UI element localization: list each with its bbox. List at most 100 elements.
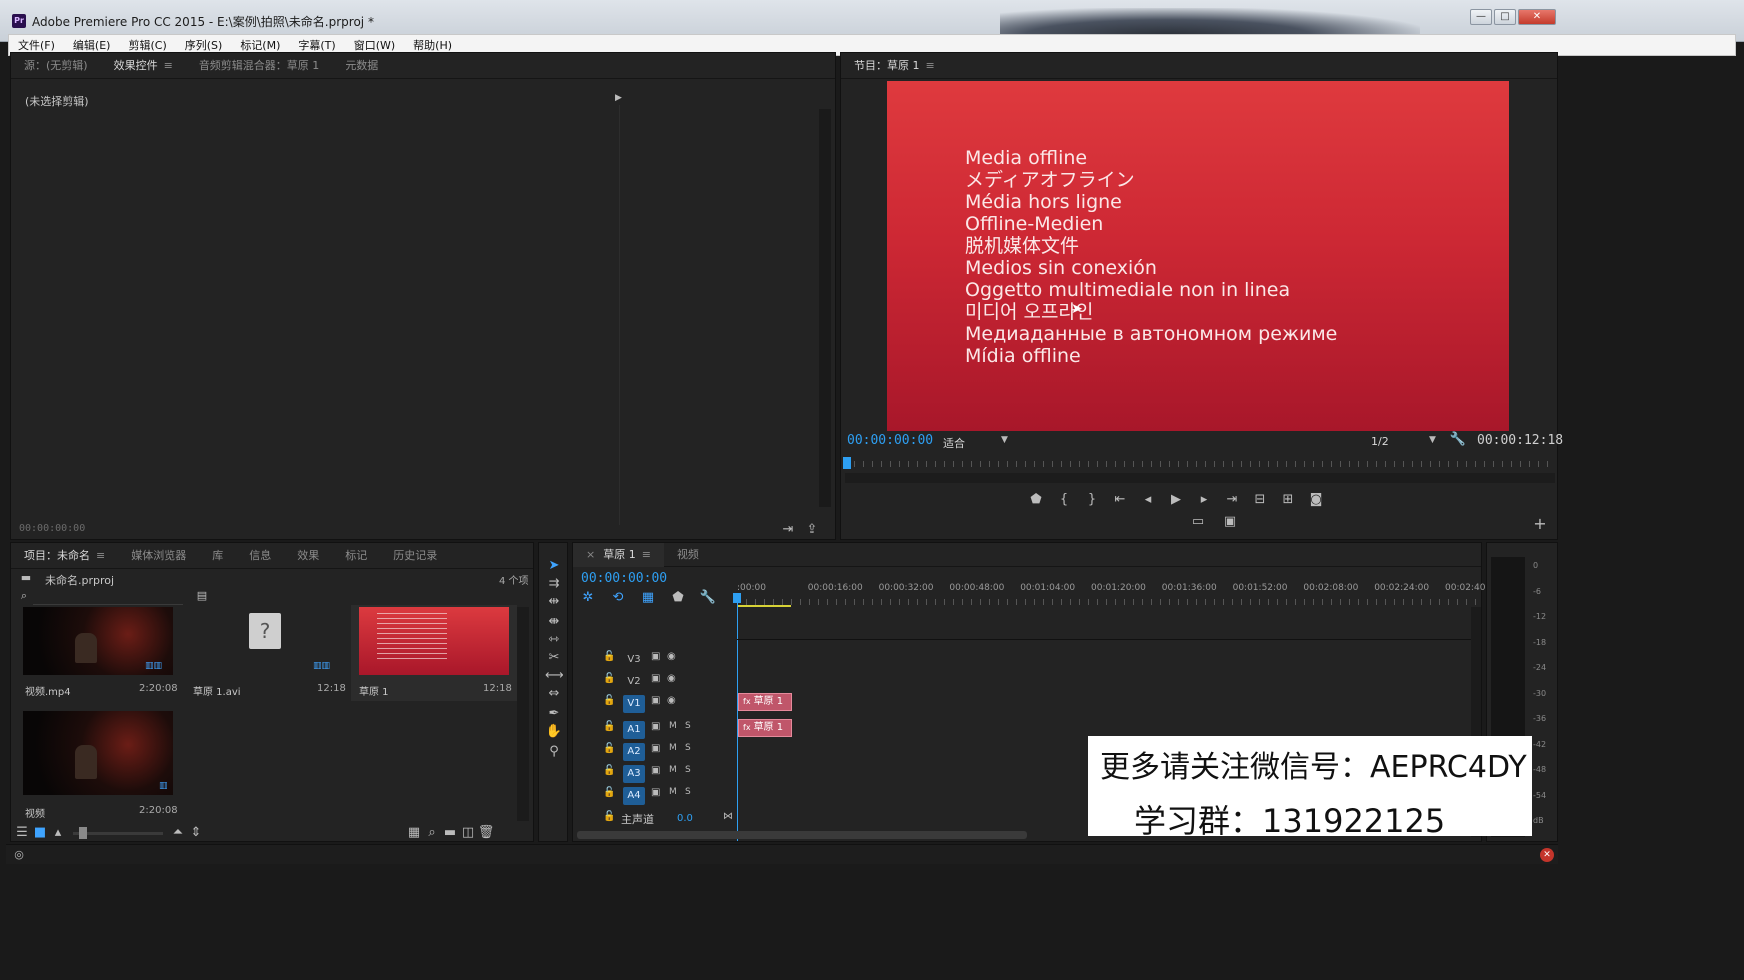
- snap-icon[interactable]: ✲: [579, 589, 597, 607]
- timeline-settings-wrench-icon[interactable]: 🔧: [699, 589, 717, 607]
- menu-window[interactable]: 窗口(W): [345, 37, 404, 53]
- program-current-timecode[interactable]: 00:00:00:00: [847, 433, 933, 448]
- panel-menu-icon[interactable]: ≡: [642, 548, 651, 561]
- razor-tool-icon[interactable]: ✂: [545, 649, 563, 667]
- tab-project[interactable]: 项目：未命名 ≡: [11, 543, 118, 569]
- track-label-a4[interactable]: A4: [623, 787, 645, 805]
- search-input[interactable]: [33, 591, 183, 605]
- timeline-playhead[interactable]: [737, 595, 738, 841]
- safe-margins-icon[interactable]: ▭: [1189, 513, 1207, 531]
- lock-icon[interactable]: 🔓: [603, 695, 615, 706]
- menu-title[interactable]: 字幕(T): [289, 37, 344, 53]
- timeline-ruler-labels[interactable]: :00:00 00:00:16:00 00:00:32:00 00:00:48:00 0…: [737, 583, 1494, 597]
- timeline-hscrollbar[interactable]: [577, 831, 1027, 839]
- audio-clip[interactable]: fx 草原 1: [738, 719, 792, 737]
- panel-menu-icon[interactable]: ≡: [96, 549, 105, 562]
- lift-icon[interactable]: ⊟: [1251, 491, 1269, 509]
- work-area-bar[interactable]: [737, 605, 791, 607]
- project-item[interactable]: ? ▥▥ 草原 1.avi 12:18: [191, 607, 346, 701]
- lock-icon[interactable]: 🔓: [603, 651, 615, 662]
- lock-icon[interactable]: 🔓: [603, 765, 615, 776]
- program-time-ruler[interactable]: [845, 461, 1555, 467]
- mute-button[interactable]: M: [669, 787, 677, 797]
- tab-info[interactable]: 信息: [236, 543, 284, 569]
- track-label-v1[interactable]: V1: [623, 695, 645, 713]
- play-only-icon[interactable]: ▶: [615, 93, 622, 103]
- insert-overwrite-icon[interactable]: ▦: [639, 589, 657, 607]
- film-icon[interactable]: ▣: [651, 673, 660, 684]
- sort-icon[interactable]: ⏶: [169, 824, 187, 842]
- new-item-icon[interactable]: ◫: [459, 824, 477, 842]
- error-icon[interactable]: ✕: [1540, 848, 1554, 862]
- film-icon[interactable]: ▣: [651, 651, 660, 662]
- film-icon[interactable]: ▣: [651, 721, 660, 732]
- mute-button[interactable]: M: [669, 721, 677, 731]
- export-icon[interactable]: ⇪: [803, 521, 821, 539]
- panel-menu-icon[interactable]: ≡: [164, 59, 173, 72]
- sort-order-icon[interactable]: ⇕: [187, 824, 205, 842]
- linked-selection-icon[interactable]: ⟲: [609, 589, 627, 607]
- tab-program[interactable]: 节目：草原 1 ≡: [841, 53, 948, 79]
- rate-stretch-tool-icon[interactable]: ⇿: [545, 631, 563, 649]
- lock-icon[interactable]: 🔓: [603, 811, 615, 822]
- add-marker-icon[interactable]: ⬟: [1027, 491, 1045, 509]
- new-bin-icon[interactable]: ▬: [441, 824, 459, 842]
- tab-effects[interactable]: 效果: [284, 543, 332, 569]
- project-item-selected[interactable]: 草原 1 12:18: [351, 605, 517, 701]
- close-tab-icon[interactable]: ×: [586, 548, 595, 561]
- eye-icon[interactable]: ◉: [667, 651, 676, 662]
- render-status-icon[interactable]: ◎: [10, 846, 28, 864]
- tab-media-browser[interactable]: 媒体浏览器: [118, 543, 199, 569]
- find-icon[interactable]: ⌕: [423, 824, 441, 842]
- zoom-slider-thumb[interactable]: [79, 826, 87, 839]
- add-marker-icon[interactable]: ⬟: [669, 589, 687, 607]
- track-label-v3[interactable]: V3: [623, 651, 645, 669]
- icon-view-icon[interactable]: ■: [31, 824, 49, 842]
- film-icon[interactable]: ▣: [651, 695, 660, 706]
- mark-in-icon[interactable]: {: [1055, 491, 1073, 509]
- chevron-down-icon[interactable]: ▼: [1001, 435, 1008, 445]
- eye-icon[interactable]: ◉: [667, 695, 676, 706]
- solo-button[interactable]: S: [685, 743, 691, 753]
- play-icon[interactable]: ▶: [1167, 491, 1185, 509]
- project-scrollbar[interactable]: [517, 607, 529, 821]
- zoom-scrollbar[interactable]: [845, 473, 1555, 483]
- tab-audio-clip-mixer[interactable]: 音频剪辑混合器：草原 1: [186, 53, 333, 79]
- compare-view-icon[interactable]: ▣: [1221, 513, 1239, 531]
- selection-tool-icon[interactable]: ➤: [545, 557, 563, 575]
- tab-metadata[interactable]: 元数据: [332, 53, 391, 79]
- pen-tool-icon[interactable]: ✒: [545, 705, 563, 723]
- film-icon[interactable]: ▣: [651, 765, 660, 776]
- solo-button[interactable]: S: [685, 765, 691, 775]
- rolling-edit-tool-icon[interactable]: ⇼: [545, 613, 563, 631]
- filter-icon[interactable]: ⇥: [779, 521, 797, 539]
- resolution-select[interactable]: 1/2: [1371, 435, 1389, 448]
- settings-wrench-icon[interactable]: 🔧: [1449, 431, 1467, 449]
- slip-tool-icon[interactable]: ⟷: [545, 667, 564, 685]
- video-clip[interactable]: fx 草原 1: [738, 693, 792, 711]
- list-view-icon[interactable]: ☰: [13, 824, 31, 842]
- slide-tool-icon[interactable]: ⇔: [545, 685, 563, 703]
- panel-menu-icon[interactable]: ≡: [926, 59, 935, 72]
- timeline-ruler-ticks[interactable]: [737, 599, 1477, 605]
- solo-button[interactable]: S: [685, 787, 691, 797]
- menu-sequence[interactable]: 序列(S): [176, 37, 232, 53]
- automate-icon[interactable]: ▦: [405, 824, 423, 842]
- maximize-button[interactable]: □: [1494, 9, 1516, 25]
- hand-tool-icon[interactable]: ✋: [545, 723, 563, 741]
- mute-button[interactable]: M: [669, 765, 677, 775]
- track-label-a3[interactable]: A3: [623, 765, 645, 783]
- timeline-timecode[interactable]: 00:00:00:00: [581, 571, 667, 586]
- search-icon[interactable]: ⌕: [15, 587, 33, 605]
- master-volume-value[interactable]: 0.0: [677, 813, 693, 824]
- ripple-edit-tool-icon[interactable]: ⇹: [545, 593, 563, 611]
- track-label-v2[interactable]: V2: [623, 673, 645, 691]
- menu-marker[interactable]: 标记(M): [231, 37, 289, 53]
- zoom-tool-icon[interactable]: ⚲: [545, 743, 563, 761]
- lock-icon[interactable]: 🔓: [603, 721, 615, 732]
- mark-out-icon[interactable]: }: [1083, 491, 1101, 509]
- track-label-a2[interactable]: A2: [623, 743, 645, 761]
- lock-icon[interactable]: 🔓: [603, 743, 615, 754]
- project-item[interactable]: ▥▥ 视频.mp4 2:20:08: [23, 607, 178, 701]
- solo-button[interactable]: S: [685, 721, 691, 731]
